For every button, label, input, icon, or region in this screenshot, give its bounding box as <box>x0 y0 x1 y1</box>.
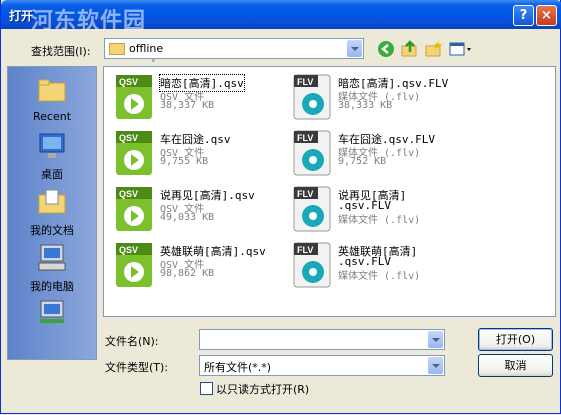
chevron-down-icon[interactable] <box>347 40 362 57</box>
folder-icon <box>109 43 125 55</box>
file-size: 9,752 KB <box>338 156 387 167</box>
place-label: Recent <box>32 110 72 123</box>
file-size: 9,755 KB <box>160 156 209 167</box>
help-button[interactable]: ? <box>513 5 534 26</box>
svg-text:FLV: FLV <box>297 77 313 87</box>
readonly-checkbox[interactable] <box>200 382 213 395</box>
new-folder-icon[interactable] <box>425 40 443 58</box>
place-recent[interactable]: Recent <box>8 75 96 123</box>
flv-file-icon: FLV <box>293 74 331 120</box>
filetype-value: 所有文件(*.*) <box>204 361 272 374</box>
lookin-combo[interactable]: offline <box>104 38 364 59</box>
chevron-down-icon[interactable] <box>428 357 443 374</box>
qsv-file-icon: QSV <box>116 243 152 287</box>
qsv-file-icon: QSV <box>116 187 152 231</box>
svg-text:FLV: FLV <box>297 189 313 199</box>
file-size: 98,862 KB <box>160 268 215 279</box>
file-type: 媒体文件 (.flv) <box>338 271 421 282</box>
file-item[interactable]: FLV 暗恋[高清].qsv.FLV 媒体文件 (.flv) 38,333 KB <box>292 73 472 123</box>
window-title: 打开 <box>9 9 34 23</box>
place-label: 桌面 <box>41 168 63 181</box>
svg-text:FLV: FLV <box>297 245 313 255</box>
svg-text:QSV: QSV <box>119 133 138 143</box>
svg-text:FLV: FLV <box>297 133 313 143</box>
close-button[interactable]: × <box>536 5 557 26</box>
file-item[interactable]: FLV 说再见[高清] .qsv.FLV 媒体文件 (.flv) <box>292 185 472 235</box>
file-size: 38,337 KB <box>160 100 215 111</box>
svg-text:QSV: QSV <box>119 245 138 255</box>
filename-label: 文件名(N): <box>105 335 159 348</box>
place-desktop[interactable]: 桌面 <box>8 131 96 182</box>
place-my-documents[interactable]: 我的文档 <box>8 187 96 238</box>
filetype-label: 文件类型(T): <box>105 361 169 374</box>
places-bar: Recent 桌面 我的文档 我的电脑 <box>7 66 97 360</box>
file-item[interactable]: QSV 车在囧途.qsv QSV 文件 9,755 KB <box>114 129 294 179</box>
chevron-down-icon[interactable] <box>428 331 443 348</box>
place-my-computer[interactable]: 我的电脑 <box>8 243 96 294</box>
up-folder-icon[interactable] <box>401 40 419 58</box>
file-item[interactable]: QSV 说再见[高清].qsv QSV 文件 49,033 KB <box>114 185 294 235</box>
view-menu-icon[interactable] <box>449 40 473 58</box>
file-list[interactable]: QSV 暗恋[高清].qsv QSV 文件 38,337 KB FLV 暗恋[高… <box>103 66 556 317</box>
file-size: 49,033 KB <box>160 212 215 223</box>
svg-text:QSV: QSV <box>119 189 138 199</box>
filetype-select[interactable]: 所有文件(*.*) <box>199 355 445 376</box>
lookin-label: 查找范围(I): <box>31 45 91 58</box>
title-bar[interactable]: 打开 河东软件园 ? × <box>1 0 561 34</box>
recent-folder-icon <box>38 79 66 102</box>
file-item[interactable]: QSV 英雄联萌[高清].qsv QSV 文件 98,862 KB <box>114 241 294 291</box>
file-item[interactable]: FLV 英雄联萌[高清] .qsv.FLV 媒体文件 (.flv) <box>292 241 472 291</box>
file-size: 38,333 KB <box>338 100 393 111</box>
open-button[interactable]: 打开(O) <box>478 328 553 351</box>
qsv-file-icon: QSV <box>116 75 152 119</box>
cancel-button[interactable]: 取消 <box>478 354 553 377</box>
file-item[interactable]: QSV 暗恋[高清].qsv QSV 文件 38,337 KB <box>114 73 294 123</box>
place-label: 我的文档 <box>30 224 74 237</box>
flv-file-icon: FLV <box>293 186 331 232</box>
svg-text:QSV: QSV <box>119 77 138 87</box>
file-item[interactable]: FLV 车在囧途.qsv.FLV 媒体文件 (.flv) 9,752 KB <box>292 129 472 179</box>
flv-file-icon: FLV <box>293 242 331 288</box>
back-icon[interactable] <box>377 40 395 58</box>
my-computer-icon <box>38 244 66 271</box>
place-network[interactable] <box>8 299 96 334</box>
open-dialog: 打开 河东软件园 ? × www.pc0359.cn 查找范围(I): offl… <box>0 0 561 414</box>
desktop-icon <box>39 133 65 158</box>
lookin-value: offline <box>129 42 164 55</box>
flv-file-icon: FLV <box>293 130 331 176</box>
file-type: 媒体文件 (.flv) <box>338 215 421 226</box>
qsv-file-icon: QSV <box>116 131 152 175</box>
readonly-label: 以只读方式打开(R) <box>216 383 310 396</box>
my-documents-icon <box>38 189 66 214</box>
place-label: 我的电脑 <box>30 280 74 293</box>
watermark: 河东软件园 <box>31 9 147 34</box>
network-icon <box>40 300 64 323</box>
filename-input[interactable] <box>199 329 445 350</box>
